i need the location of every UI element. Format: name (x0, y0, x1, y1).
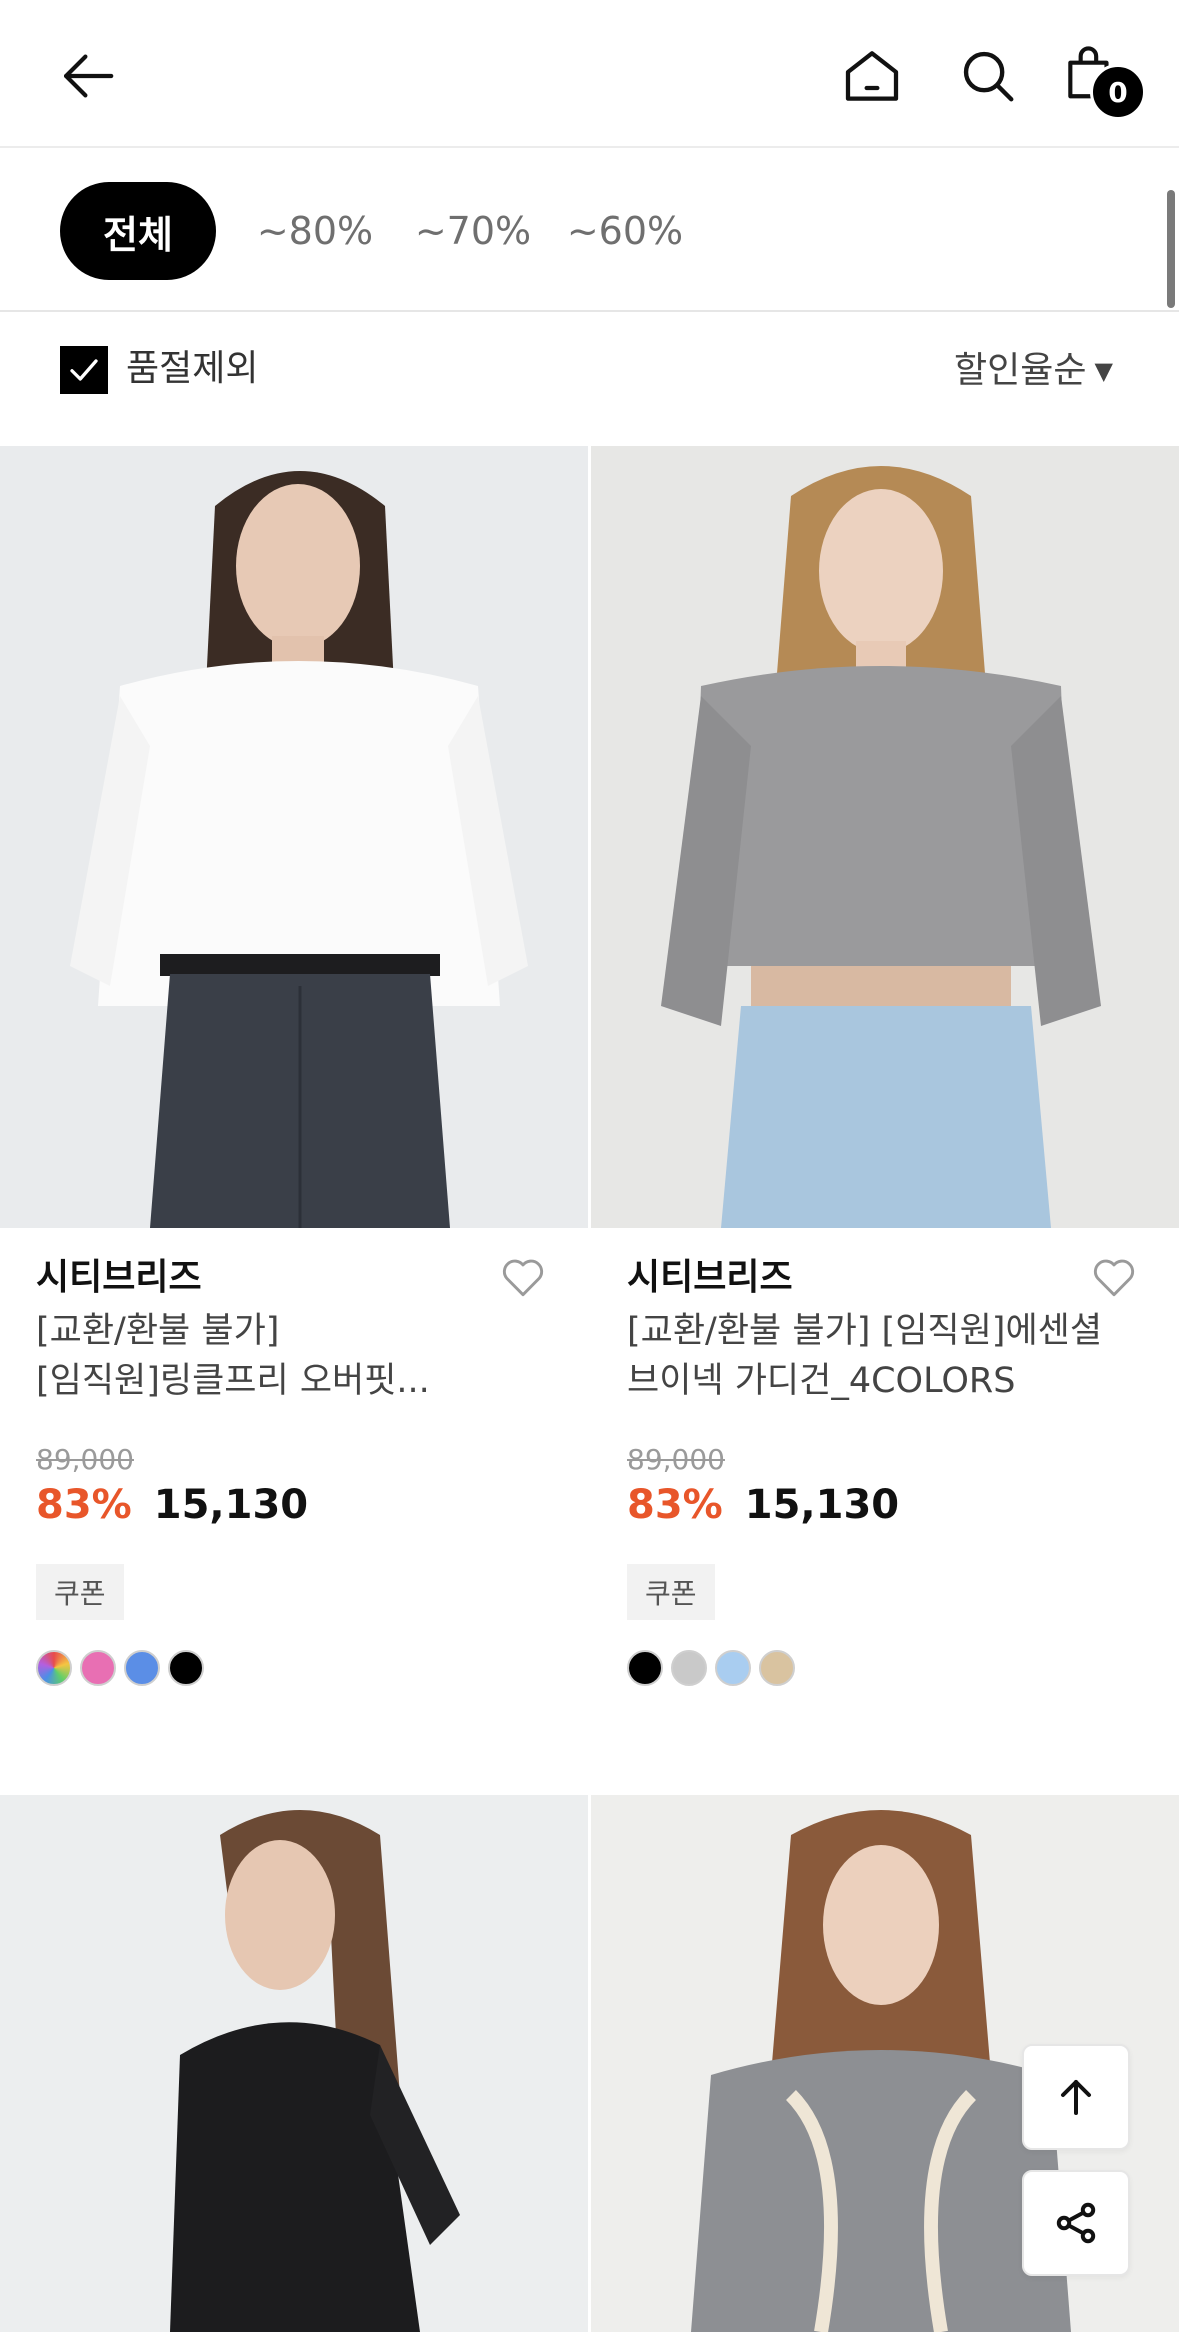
check-icon (70, 359, 98, 381)
product-card[interactable]: 시티브리즈 [교환/환불 불가] [임직원]링클프리 오버핏... 89,000… (0, 446, 588, 1746)
back-button[interactable] (48, 36, 128, 116)
brand-name: 시티브리즈 (627, 1257, 793, 1298)
discount-rate: 83% (36, 1482, 132, 1528)
color-swatches (36, 1650, 204, 1686)
product-name-line: [교환/환불 불가] (36, 1311, 280, 1351)
cart-count-badge: 0 (1090, 64, 1146, 120)
arrow-up-icon (1061, 2080, 1091, 2115)
color-swatch[interactable] (168, 1650, 204, 1686)
original-price: 89,000 (36, 1443, 134, 1476)
product-image[interactable] (0, 446, 588, 1228)
color-swatch[interactable] (124, 1650, 160, 1686)
model-photo (0, 1795, 588, 2332)
chips-scrollbar[interactable] (1167, 190, 1175, 308)
product-name: [교환/환불 불가] [임직원]링클프리 오버핏... (36, 1306, 556, 1406)
share-icon (1056, 2202, 1096, 2244)
color-swatch[interactable] (759, 1650, 795, 1686)
original-price: 89,000 (627, 1443, 725, 1476)
brand-name: 시티브리즈 (36, 1257, 202, 1298)
sort-dropdown[interactable]: 할인율순 ▼ (954, 346, 1113, 396)
price-row: 83% 15,130 (627, 1482, 899, 1528)
model-photo (0, 446, 588, 1228)
search-button[interactable] (948, 36, 1028, 116)
cart-button[interactable]: 0 (1056, 36, 1152, 126)
color-swatch[interactable] (627, 1650, 663, 1686)
sale-price: 15,130 (744, 1482, 900, 1528)
heart-icon (502, 1259, 544, 1297)
color-swatches (627, 1650, 795, 1686)
chip-80[interactable]: ~80% (250, 182, 380, 280)
product-image[interactable] (591, 446, 1179, 1228)
share-button[interactable] (1022, 2170, 1130, 2276)
color-swatch[interactable] (36, 1650, 72, 1686)
page: 0 전체 ~80% ~70% ~60% 품절제외 할인율순 ▼ 시티브리즈 [교… (0, 0, 1179, 2332)
wishlist-button[interactable] (1089, 1252, 1139, 1302)
exclude-soldout-label[interactable]: 품절제외 (126, 344, 258, 394)
color-swatch[interactable] (671, 1650, 707, 1686)
model-photo (591, 446, 1179, 1228)
discount-rate: 83% (627, 1482, 723, 1528)
chip-60[interactable]: ~60% (560, 182, 690, 280)
discount-filter-chips: 전체 ~80% ~70% ~60% (0, 150, 1179, 312)
coupon-badge: 쿠폰 (627, 1564, 715, 1620)
scroll-to-top-button[interactable] (1022, 2044, 1130, 2150)
coupon-badge: 쿠폰 (36, 1564, 124, 1620)
product-name-line: 브이넥 가디건_4COLORS (627, 1361, 1016, 1401)
home-icon (845, 51, 899, 101)
top-bar: 0 (0, 0, 1179, 148)
search-icon (963, 51, 1014, 102)
list-options: 품절제외 할인율순 ▼ (0, 314, 1179, 446)
chip-70[interactable]: ~70% (408, 182, 538, 280)
product-name-line: [임직원]링클프리 오버핏... (36, 1361, 430, 1401)
product-name: [교환/환불 불가] [임직원]에센셜 브이넥 가디건_4COLORS (627, 1306, 1147, 1406)
arrow-left-icon (63, 54, 114, 98)
product-name-line: [교환/환불 불가] [임직원]에센셜 (627, 1311, 1103, 1351)
exclude-soldout-checkbox[interactable] (60, 346, 108, 394)
color-swatch[interactable] (80, 1650, 116, 1686)
price-row: 83% 15,130 (36, 1482, 308, 1528)
product-card[interactable] (0, 1795, 588, 2332)
caret-down-icon: ▼ (1094, 357, 1113, 385)
heart-icon (1093, 1259, 1135, 1297)
product-card[interactable]: 시티브리즈 [교환/환불 불가] [임직원]에센셜 브이넥 가디건_4COLOR… (591, 446, 1179, 1746)
chip-all[interactable]: 전체 (60, 182, 216, 280)
sale-price: 15,130 (153, 1482, 309, 1528)
color-swatch[interactable] (715, 1650, 751, 1686)
wishlist-button[interactable] (498, 1252, 548, 1302)
product-image[interactable] (0, 1795, 588, 2332)
sort-label: 할인율순 (954, 350, 1087, 391)
home-button[interactable] (832, 36, 912, 116)
